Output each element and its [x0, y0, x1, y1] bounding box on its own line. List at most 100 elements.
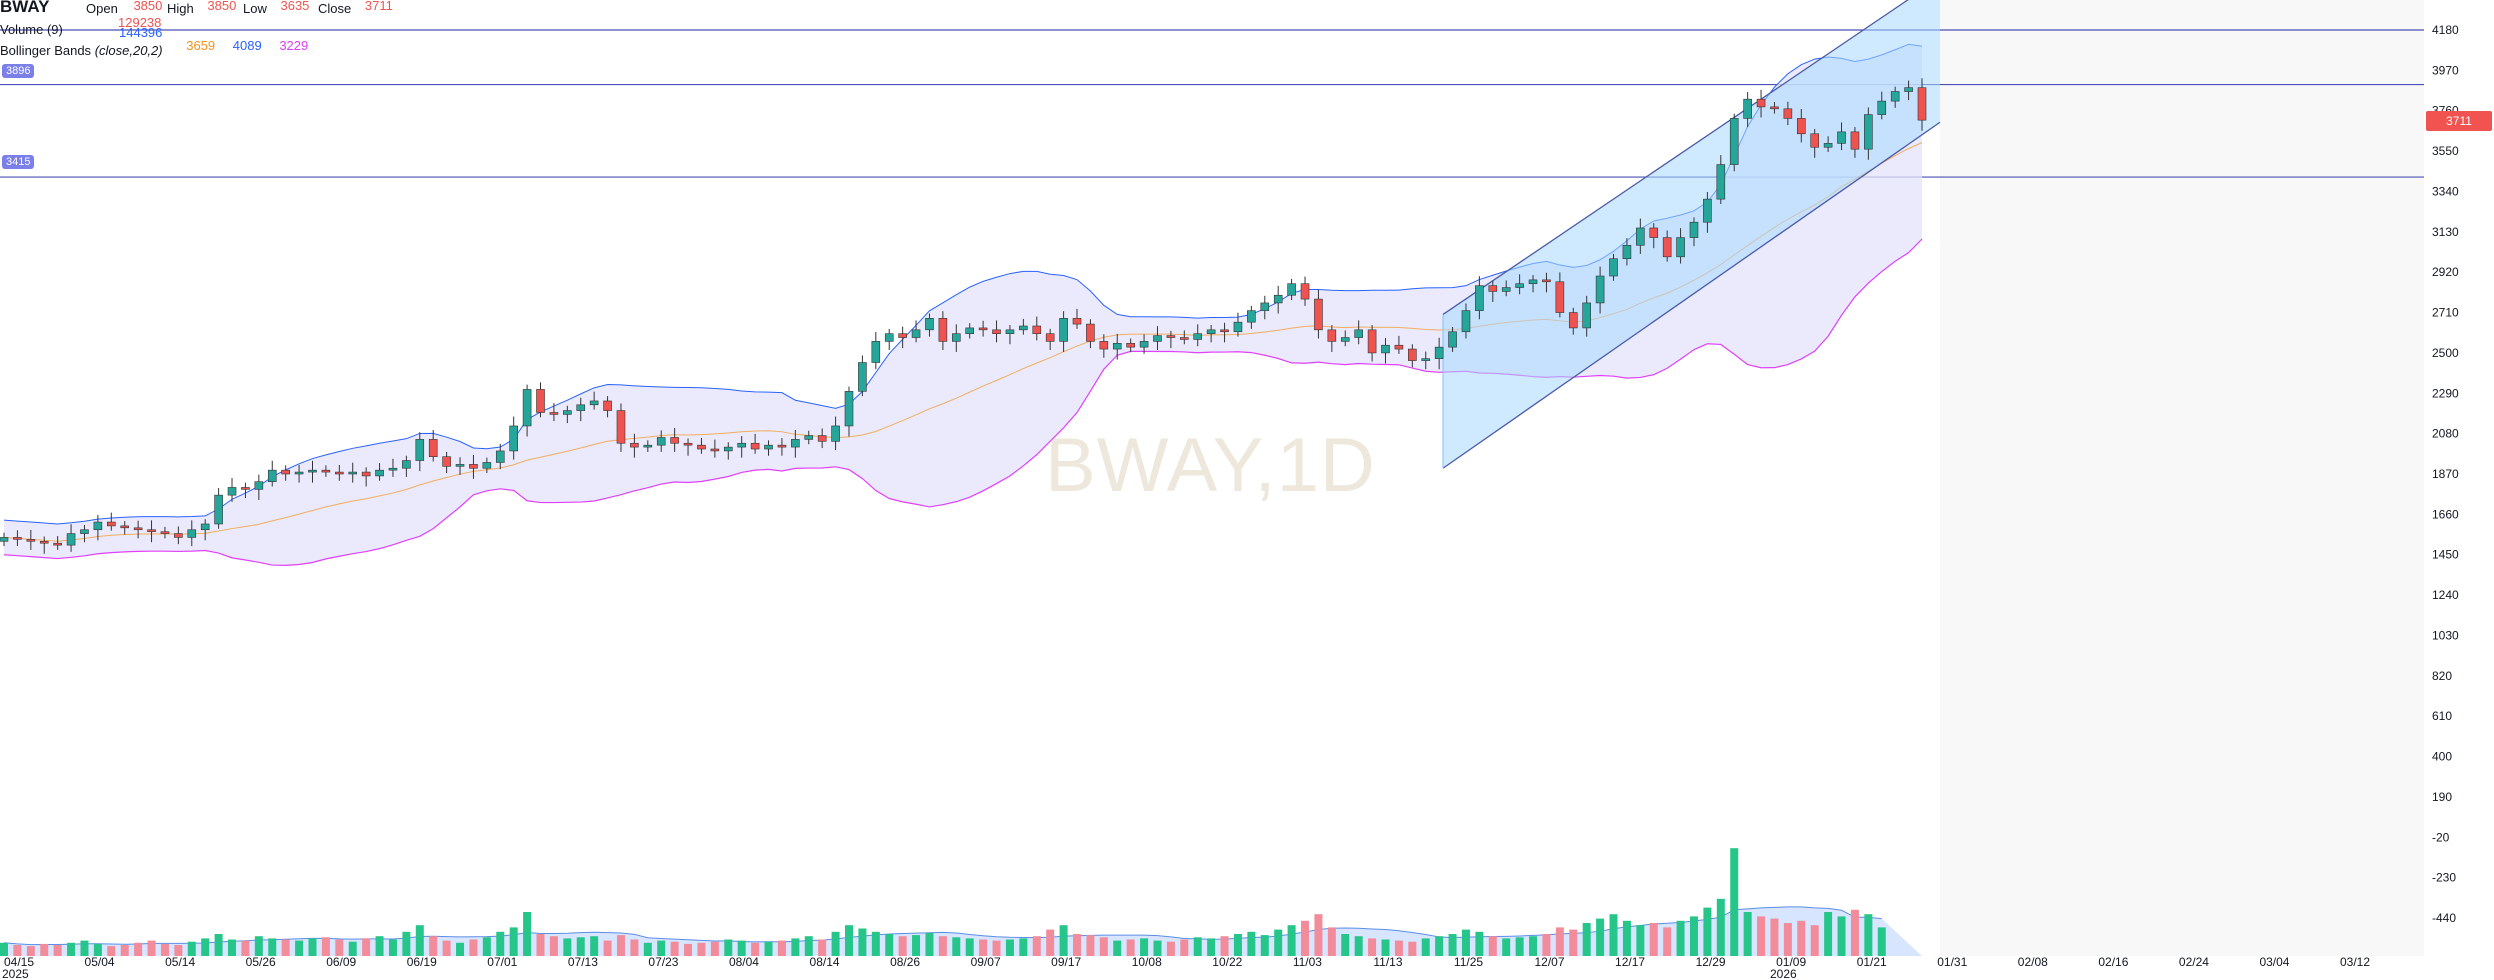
candle-body — [66, 533, 76, 546]
volume-bar — [1582, 923, 1591, 956]
candle-body — [1233, 321, 1243, 333]
candle-body — [93, 521, 103, 531]
candle-body — [549, 412, 559, 415]
x-tick-label: 07/23 — [648, 955, 678, 969]
candle-body — [1193, 333, 1203, 340]
level-tag-upper[interactable]: 3896 — [2, 64, 35, 78]
volume-bar — [1394, 940, 1403, 956]
candle-body — [415, 439, 425, 461]
volume-bar — [1005, 939, 1014, 956]
candle-body — [80, 529, 89, 534]
bollinger-upper: 4089 — [232, 38, 262, 53]
x-tick-label: 09/07 — [971, 955, 1001, 969]
x-tick-label: 06/09 — [326, 955, 356, 969]
close-label: Close — [318, 1, 352, 16]
candle-body — [442, 456, 451, 467]
volume-bar — [321, 937, 330, 956]
candle-body — [200, 523, 210, 531]
y-tick-label: 1660 — [2432, 507, 2459, 521]
volume-bar — [1502, 938, 1511, 956]
candle — [884, 328, 894, 351]
volume-bar — [898, 936, 907, 956]
open-value: 3850 — [133, 0, 163, 13]
x-tick-label: 10/08 — [1132, 955, 1162, 969]
candle-body — [522, 389, 532, 427]
volume-bar — [375, 936, 384, 956]
candle-body — [187, 529, 197, 538]
symbol-title[interactable]: BWAY — [0, 0, 49, 16]
x-tick-label: 02/24 — [2179, 955, 2209, 969]
volume-bar — [912, 935, 921, 956]
candle-body — [1394, 344, 1404, 350]
volume-bar — [40, 943, 49, 956]
candle-body — [1019, 325, 1028, 331]
candle-body — [482, 462, 492, 469]
candle-body — [160, 531, 170, 534]
candle-body — [1032, 325, 1042, 334]
volume-bar — [469, 939, 478, 956]
candle-body — [1528, 279, 1538, 285]
volume-bar — [616, 935, 625, 956]
time-axis[interactable]: 04/15 05/04 05/14 05/26 06/09 06/19 07/01 07/13… — [2, 955, 2370, 980]
volume-bar — [724, 939, 733, 956]
x-tick-label: 12/29 — [1696, 955, 1726, 969]
last-price-tag: 3711 — [2426, 111, 2492, 131]
candle-body — [844, 391, 854, 427]
x-tick-label: 05/14 — [165, 955, 195, 969]
volume-bar — [1609, 914, 1618, 956]
volume-bar — [1515, 937, 1524, 956]
bollinger-lower: 3229 — [279, 38, 309, 53]
volume-bar — [187, 941, 196, 956]
candle-body — [1381, 344, 1390, 354]
volume-bar — [1716, 898, 1725, 956]
candle-body — [428, 439, 438, 458]
volume-bar — [281, 939, 290, 956]
candle — [1729, 113, 1739, 172]
candle — [536, 382, 545, 418]
volume-bar — [362, 938, 371, 956]
volume-bar — [1086, 935, 1095, 956]
price-axis[interactable]: 4180397037603550334031302920271025002290… — [2432, 23, 2459, 925]
candle-body — [884, 333, 894, 342]
candle-body — [1595, 275, 1605, 304]
y-tick-label: 2710 — [2432, 306, 2459, 320]
volume-bar — [1622, 920, 1631, 956]
x-tick-label: 01/21 — [1857, 955, 1887, 969]
x-year-label: 2025 — [2, 967, 29, 980]
volume-bar — [1569, 929, 1578, 956]
candle-body — [1367, 329, 1377, 354]
volume-bar — [1636, 925, 1645, 956]
volume-bar — [1341, 934, 1350, 956]
x-tick-label: 11/03 — [1293, 955, 1322, 969]
x-tick-label: 10/22 — [1212, 955, 1242, 969]
candle-body — [1582, 302, 1591, 329]
volume-bar — [228, 939, 237, 956]
candle-body — [1206, 329, 1216, 334]
candle-body — [495, 450, 505, 463]
candle-body — [227, 487, 237, 496]
candle-body — [1005, 329, 1015, 334]
candle-body — [1676, 237, 1685, 258]
candle-body — [335, 471, 344, 475]
volume-bar — [120, 945, 129, 956]
volume-ma-area — [4, 906, 1922, 956]
volume-bar — [1783, 923, 1792, 956]
candle-body — [1166, 335, 1176, 338]
volume-bar — [737, 940, 746, 956]
y-tick-label: 3970 — [2432, 63, 2459, 77]
candle-body — [965, 327, 975, 334]
candle-body — [1850, 131, 1860, 150]
candle-body — [147, 529, 156, 532]
level-tag-lower[interactable]: 3415 — [2, 155, 35, 169]
candle-body — [951, 333, 961, 342]
volume-bar — [549, 936, 558, 956]
candle-body — [1515, 283, 1524, 288]
volume-bar — [576, 937, 585, 956]
volume-bar — [388, 939, 397, 956]
open-label: Open — [86, 1, 118, 16]
candle-body — [1327, 329, 1337, 342]
x-tick-label: 08/04 — [729, 955, 759, 969]
future-area — [1940, 0, 2424, 956]
volume-bar — [1689, 916, 1698, 956]
symbol-watermark: BWAY,1D — [1045, 423, 1376, 508]
